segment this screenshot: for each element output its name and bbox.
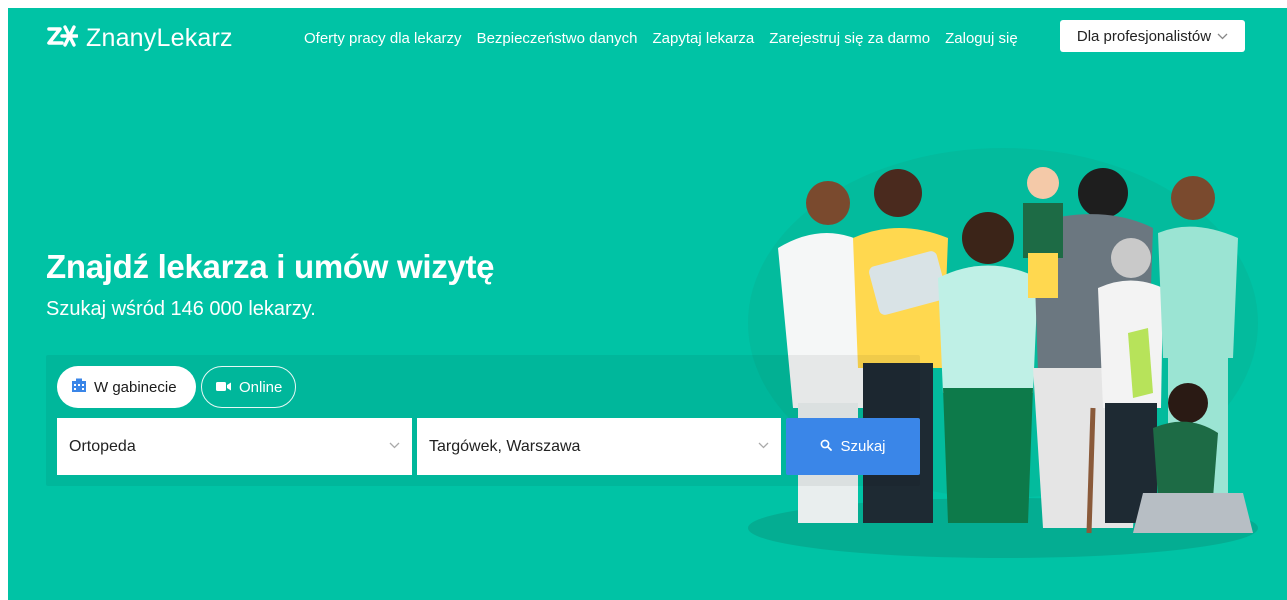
tab-online[interactable]: Online [201,366,296,408]
nav-link-register[interactable]: Zarejestruj się za darmo [769,30,930,47]
for-professionals-label: Dla profesjonalistów [1076,27,1212,45]
chevron-down-icon [1217,29,1228,43]
for-professionals-button[interactable]: Dla profesjonalistów [1060,20,1245,52]
tab-in-office[interactable]: W gabinecie [57,366,196,408]
tab-online-label: Online [239,378,283,396]
specialization-input[interactable]: Ortopeda [57,418,412,475]
logo-icon [46,23,79,54]
page-title: Znajdź lekarza i umów wizytę [46,248,495,285]
search-icon [820,438,833,455]
logo-text: ZnanyLekarz [86,23,233,52]
tab-in-office-label: W gabinecie [94,378,177,396]
location-value: Targówek, Warszawa [429,437,581,455]
logo[interactable]: ZnanyLekarz [46,21,233,55]
nav-link-data-security[interactable]: Bezpieczeństwo danych [477,30,638,47]
nav-link-job-offers[interactable]: Oferty pracy dla lekarzy [304,30,462,47]
chevron-down-icon [758,438,769,452]
specialization-value: Ortopeda [69,437,136,455]
nav-link-ask-doctor[interactable]: Zapytaj lekarza [653,30,755,47]
search-button[interactable]: Szukaj [786,418,920,475]
hero-section: ZnanyLekarz Oferty pracy dla lekarzy Bez… [8,8,1287,600]
page-subtitle: Szukaj wśród 146 000 lekarzy. [46,298,316,320]
building-icon [71,378,87,397]
video-camera-icon [216,379,232,396]
location-input[interactable]: Targówek, Warszawa [417,418,781,475]
chevron-down-icon [389,438,400,452]
top-nav: Oferty pracy dla lekarzy Bezpieczeństwo … [304,28,1033,48]
nav-link-login[interactable]: Zaloguj się [945,30,1018,47]
search-button-label: Szukaj [840,438,886,455]
